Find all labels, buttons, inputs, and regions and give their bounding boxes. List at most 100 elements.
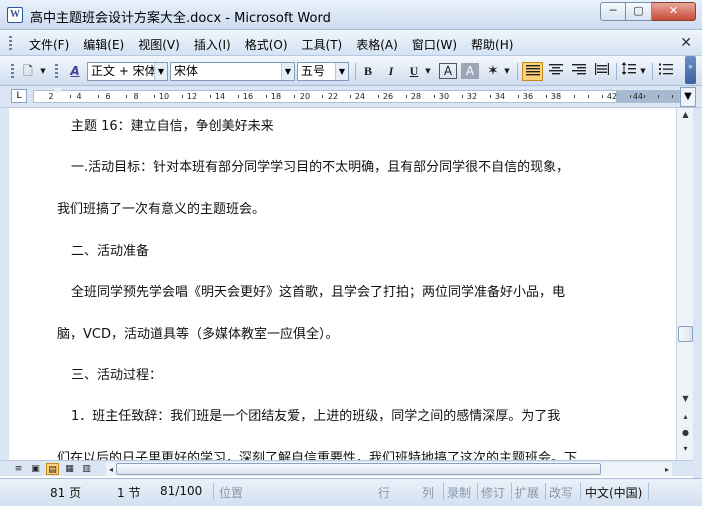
style-dropdown-icon[interactable]: ▼ (154, 63, 167, 80)
maximize-button[interactable]: ▢ (626, 2, 652, 21)
print-layout-view-icon[interactable]: ▤ (46, 463, 59, 475)
underline-button[interactable]: U (405, 62, 423, 81)
reading-view-icon[interactable]: ▥ (80, 463, 93, 475)
previous-page-icon[interactable]: ▴ (678, 410, 693, 424)
status-revision[interactable]: 修订 (481, 484, 505, 501)
toolbar-separator-4 (652, 63, 653, 80)
distributed-align-icon[interactable] (592, 62, 612, 81)
ruler-tick (182, 95, 183, 98)
close-document-button[interactable]: ✕ (680, 35, 692, 51)
line-spacing-dropdown-icon[interactable]: ▼ (638, 62, 648, 81)
font-size-select[interactable]: 五号 ▼ (297, 62, 349, 81)
menu-window[interactable]: 窗口(W) (405, 36, 464, 53)
numbering-list-icon[interactable] (656, 62, 676, 81)
menu-tools[interactable]: 工具(T) (295, 36, 350, 53)
align-right-lines (572, 64, 586, 75)
menu-table[interactable]: 表格(A) (349, 36, 405, 53)
status-separator (213, 483, 214, 500)
toolbar-overflow-button[interactable]: » (685, 56, 696, 84)
document-page[interactable]: 主题 16：建立自信，争创美好未来一.活动目标：针对本班有部分同学学习目的不太明… (0, 108, 676, 460)
style-select[interactable]: 正文 + 宋体 ▼ (87, 62, 168, 81)
character-shading-button[interactable]: A (461, 63, 479, 79)
document-paragraph-line[interactable]: 们在以后的日子里更好的学习，深刻了解自信重要性，我们班特地搞了这次的主题班会。下 (57, 447, 577, 460)
font-select[interactable]: 宋体 ▼ (170, 62, 295, 81)
scroll-up-icon[interactable]: ▲ (678, 108, 693, 122)
menu-view[interactable]: 视图(V) (131, 36, 187, 53)
scroll-left-icon[interactable]: ◂ (106, 463, 116, 477)
toolbar-separator-2 (517, 63, 518, 80)
font-size-dropdown-icon[interactable]: ▼ (335, 63, 348, 80)
web-view-icon[interactable]: ▣ (29, 463, 42, 475)
outline-view-icon[interactable]: ▦ (63, 463, 76, 475)
new-document-icon[interactable]: 🗋 (19, 62, 37, 81)
document-paragraph-line[interactable]: 一.活动目标：针对本班有部分同学学习目的不太明确，且有部分同学很不自信的现象， (71, 156, 569, 175)
minimize-button[interactable]: ─ (600, 2, 626, 21)
underline-dropdown-icon[interactable]: ▼ (423, 62, 433, 81)
menu-insert[interactable]: 插入(I) (187, 36, 238, 53)
document-paragraph-line[interactable]: 二、活动准备 (71, 240, 149, 259)
status-record[interactable]: 录制 (447, 484, 471, 501)
scroll-right-icon[interactable]: ▸ (662, 463, 672, 477)
close-window-button[interactable]: ✕ (652, 2, 696, 21)
toolbar-grip-handle[interactable] (11, 64, 14, 79)
ruler-tick (294, 95, 295, 98)
document-paragraph-line[interactable]: 1．班主任致辞：我们班是一个团结友爱，上进的班级，同学之间的感情深厚。为了我 (71, 405, 560, 424)
ruler-number: 30 (438, 92, 450, 101)
status-page-count[interactable]: 81/100 (160, 484, 202, 498)
document-paragraph-line[interactable]: 我们班搞了一次有意义的主题班会。 (57, 198, 265, 217)
toolbar-separator-3 (616, 63, 617, 80)
horizontal-scroll-thumb[interactable] (116, 463, 601, 475)
menu-items: 文件(F) 编辑(E) 视图(V) 插入(I) 格式(O) 工具(T) 表格(A… (22, 36, 520, 53)
status-overtype[interactable]: 改写 (549, 484, 573, 501)
highlight-icon[interactable]: ✶ (484, 62, 502, 81)
document-paragraph-line[interactable]: 三、活动过程： (71, 364, 162, 383)
menu-format[interactable]: 格式(O) (238, 36, 295, 53)
first-line-indent-marker[interactable] (53, 88, 63, 94)
new-dropdown-icon[interactable]: ▼ (38, 62, 48, 81)
document-paragraph-line[interactable]: 主题 16：建立自信，争创美好未来 (71, 115, 274, 134)
status-page[interactable]: 81 页 (50, 484, 81, 501)
line-spacing-glyph (621, 62, 636, 75)
ruler-tick (154, 95, 155, 98)
menu-edit[interactable]: 编辑(E) (76, 36, 131, 53)
ruler-tick (518, 95, 519, 98)
align-justify-icon[interactable] (522, 62, 543, 81)
line-spacing-icon[interactable] (620, 62, 638, 81)
document-paragraph-line[interactable]: 全班同学预先学会唱《明天会更好》这首歌，且学会了打拍；两位同学准备好小品，电 (71, 281, 565, 300)
toolbar-grip-handle-2[interactable] (55, 64, 58, 79)
browse-object-icon[interactable]: ● (678, 426, 693, 440)
scroll-down-icon[interactable]: ▼ (678, 392, 693, 406)
next-page-icon[interactable]: ▾ (678, 442, 693, 456)
menu-grip-handle[interactable] (9, 36, 12, 51)
horizontal-ruler[interactable]: 2 4 6 8 10 12 14 16 18 20 22 24 26 28 30 32 34 36 38 42 44 (33, 88, 680, 103)
italic-button[interactable]: I (382, 62, 400, 81)
font-dropdown-icon[interactable]: ▼ (281, 63, 294, 80)
align-center-icon[interactable] (546, 62, 566, 81)
ruler-number: 24 (354, 92, 366, 101)
menu-file[interactable]: 文件(F) (22, 36, 76, 53)
styles-pane-icon[interactable]: A (65, 62, 85, 81)
ruler-number: 26 (382, 92, 394, 101)
word-app-icon[interactable]: W (7, 7, 23, 23)
tab-stop-selector[interactable]: L (11, 89, 27, 103)
status-column[interactable]: 列 (422, 484, 434, 501)
align-right-icon[interactable] (569, 62, 589, 81)
ruler-number: 8 (133, 92, 139, 101)
character-border-button[interactable]: A (439, 63, 457, 79)
menu-help[interactable]: 帮助(H) (464, 36, 520, 53)
status-language[interactable]: 中文(中国) (585, 484, 642, 501)
bold-button[interactable]: B (359, 62, 377, 81)
horizontal-scroll-track[interactable]: ◂ ▸ (106, 462, 672, 476)
status-section[interactable]: 1 节 (117, 484, 140, 501)
ruler-toggle-icon[interactable]: ▼ (680, 87, 696, 107)
ruler-number: 28 (410, 92, 422, 101)
highlight-dropdown-icon[interactable]: ▼ (502, 62, 512, 81)
status-line[interactable]: 行 (378, 484, 390, 501)
status-position[interactable]: 位置 (219, 484, 243, 501)
status-extend[interactable]: 扩展 (515, 484, 539, 501)
vertical-scroll-thumb[interactable] (678, 326, 693, 342)
document-paragraph-line[interactable]: 脑，VCD，活动道具等（多媒体教室一应俱全）。 (57, 323, 338, 342)
normal-view-icon[interactable]: ≡ (12, 463, 25, 475)
vertical-scrollbar[interactable]: ▲ ▼ ▴ ● ▾ (676, 108, 693, 460)
status-separator-6 (580, 483, 581, 500)
